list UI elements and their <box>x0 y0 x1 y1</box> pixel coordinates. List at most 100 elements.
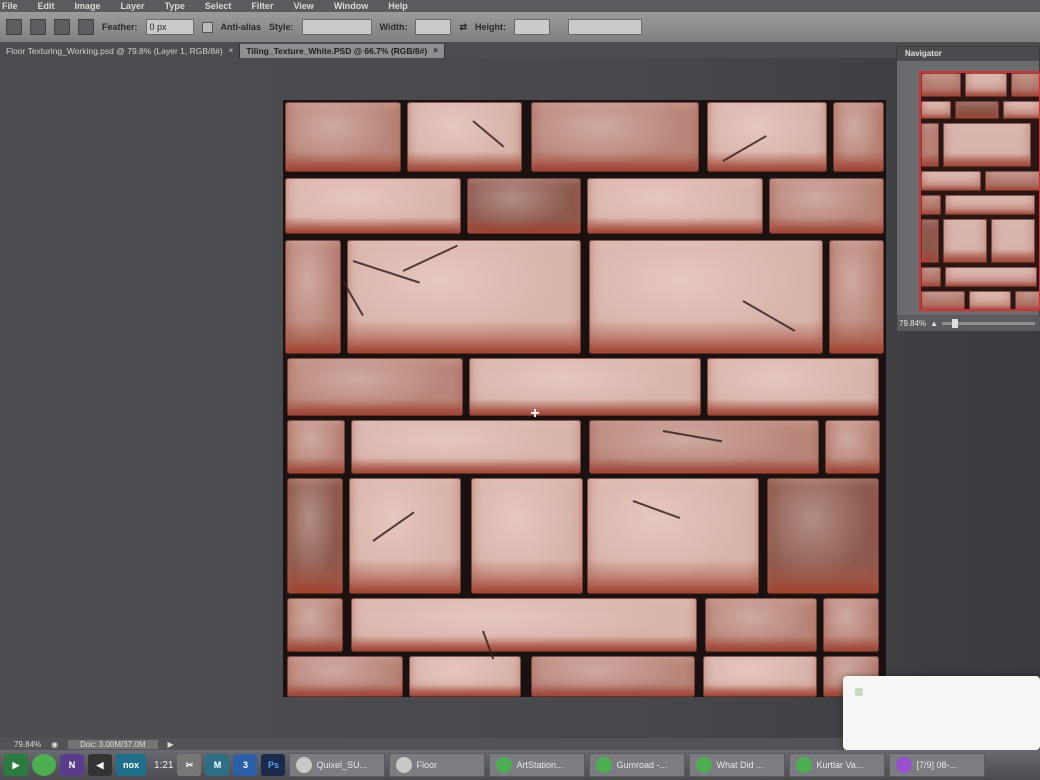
tab-tiling-texture[interactable]: Tiling_Texture_White.PSD @ 66.7% (RGB/8#… <box>240 44 445 58</box>
crosshair-cursor-icon: + <box>530 405 540 422</box>
app-icon <box>896 757 913 773</box>
antialias-checkbox[interactable] <box>201 21 213 33</box>
app-icon <box>496 757 513 773</box>
tab-label: Tiling_Texture_White.PSD @ 66.7% (RGB/8#… <box>246 46 428 56</box>
taskbar-items: Quixel_SU... Floor ArtStation... Gumroad -.… <box>289 753 986 777</box>
style-select[interactable] <box>301 19 372 35</box>
brick <box>705 598 817 652</box>
brick <box>285 178 461 234</box>
swap-icon[interactable]: ⇄ <box>459 22 467 33</box>
marquee-tool-icon[interactable] <box>6 19 22 35</box>
brick <box>707 358 879 416</box>
app-icon <box>296 757 313 773</box>
nox-icon[interactable]: nox <box>116 754 146 776</box>
n-app-icon[interactable]: N <box>60 754 84 776</box>
taskbar-item[interactable]: What Did ... <box>689 753 786 777</box>
zoom-slider-handle[interactable] <box>952 318 959 328</box>
menu-item-select[interactable]: Select <box>205 1 232 11</box>
brick-texture-canvas[interactable]: + <box>283 100 886 697</box>
brick <box>829 240 884 354</box>
menu-item-image[interactable]: Image <box>75 1 101 11</box>
brick <box>589 240 823 354</box>
brick <box>287 358 463 416</box>
clock: 1:21 <box>154 759 174 771</box>
taskbar-item-label: What Did ... <box>716 760 764 770</box>
new-selection-icon[interactable] <box>30 19 46 35</box>
maya-icon[interactable]: M <box>205 754 230 776</box>
subtract-selection-icon[interactable] <box>78 19 94 35</box>
brick <box>531 656 695 697</box>
taskbar-item[interactable]: Floor <box>389 753 486 777</box>
taskbar-item[interactable]: Gumroad -... <box>589 753 686 777</box>
taskbar-item[interactable]: [7/9] 08-... <box>889 753 986 777</box>
speaker-icon[interactable]: ◀ <box>88 754 112 776</box>
photoshop-icon[interactable]: Ps <box>261 754 286 776</box>
brick <box>587 478 759 594</box>
brick <box>351 420 581 474</box>
brick <box>833 102 884 172</box>
feather-input[interactable]: 0 px <box>145 19 194 35</box>
taskbar-item[interactable]: Kurtlar Va... <box>789 753 886 777</box>
antialias-label: Anti-alias <box>220 22 262 32</box>
brick <box>703 656 817 697</box>
menu-item-file[interactable]: File <box>2 1 18 11</box>
width-label: Width: <box>379 22 408 32</box>
info-icon[interactable]: ◉ <box>51 740 58 749</box>
height-label: Height: <box>475 22 506 32</box>
brick <box>589 420 819 474</box>
menu-item-type[interactable]: Type <box>165 1 185 11</box>
taskbar-item-label: Gumroad -... <box>616 760 667 770</box>
doc-size[interactable]: Doc: 3.00M/37.0M <box>68 739 158 749</box>
menu-item-filter[interactable]: Filter <box>251 1 273 11</box>
options-bar: Feather: 0 px Anti-alias Style: Width: ⇄… <box>0 12 1040 42</box>
refine-edge-button[interactable] <box>568 19 642 35</box>
app-icon <box>596 757 613 773</box>
taskbar-item[interactable]: ArtStation... <box>489 753 586 777</box>
notification-icon <box>855 688 863 696</box>
tab-floor-texturing[interactable]: Floor Texturing_Working.psd @ 79.8% (Lay… <box>0 44 241 58</box>
document-tabs: Floor Texturing_Working.psd @ 79.8% (Lay… <box>0 42 1040 58</box>
brick <box>351 598 697 652</box>
brick <box>825 420 880 474</box>
brick <box>287 420 345 474</box>
feather-label: Feather: <box>102 22 138 32</box>
brick <box>287 656 403 697</box>
navigator-panel: Navigator 79.84% ▲ <box>896 46 1040 332</box>
app-icon[interactable]: 3 <box>233 754 258 776</box>
close-icon[interactable]: × <box>433 44 438 58</box>
menu-item-layer[interactable]: Layer <box>121 1 145 11</box>
taskbar-item[interactable]: Quixel_SU... <box>289 753 386 777</box>
brick <box>469 358 701 416</box>
status-arrow-icon[interactable]: ▶ <box>168 740 174 749</box>
width-input[interactable] <box>415 19 452 35</box>
taskbar-item-label: Kurtlar Va... <box>816 760 864 770</box>
brick <box>587 178 763 234</box>
height-input[interactable] <box>514 19 550 35</box>
taskbar-item-label: ArtStation... <box>516 760 564 770</box>
zoom-slider[interactable] <box>942 318 1035 328</box>
taskbar: ▶ N ◀ nox 1:21 ✂ M 3 Ps Quixel_SU... Floo… <box>0 750 1040 780</box>
navigator-view-box[interactable] <box>919 71 1040 311</box>
notification-popup[interactable] <box>843 676 1040 750</box>
menu-item-edit[interactable]: Edit <box>38 1 55 11</box>
brick <box>767 478 879 594</box>
brick <box>287 478 343 594</box>
navigator-zoom-bar: 79.84% ▲ <box>897 315 1040 331</box>
zoom-out-icon[interactable]: ▲ <box>930 319 938 328</box>
app-icon <box>696 757 713 773</box>
menu-item-help[interactable]: Help <box>388 1 408 11</box>
add-selection-icon[interactable] <box>54 19 70 35</box>
tool-icon[interactable]: ✂ <box>177 754 202 776</box>
navigator-zoom-value[interactable]: 79.84% <box>899 319 926 328</box>
style-label: Style: <box>269 22 294 32</box>
app-icon <box>396 757 413 773</box>
media-player-icon[interactable]: ▶ <box>4 754 28 776</box>
brick <box>409 656 521 697</box>
zoom-level[interactable]: 79.84% <box>14 740 41 749</box>
chrome-icon[interactable] <box>32 754 56 776</box>
menu-item-view[interactable]: View <box>293 1 313 11</box>
close-icon[interactable]: × <box>229 44 234 58</box>
brick <box>349 478 461 594</box>
brick <box>287 598 343 652</box>
menu-item-window[interactable]: Window <box>334 1 368 11</box>
